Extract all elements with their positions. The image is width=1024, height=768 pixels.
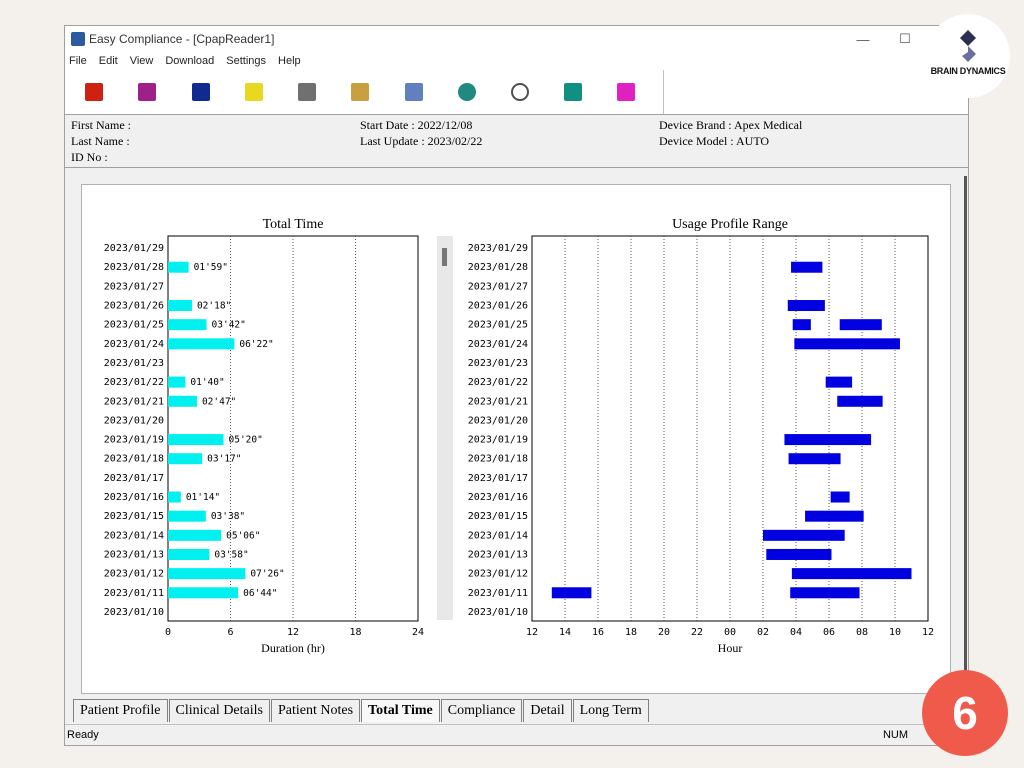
last-update-label: Last Update : 2023/02/22 — [360, 134, 483, 148]
brain-dynamics-mark-icon — [960, 30, 976, 62]
tab-clinical-details[interactable]: Clinical Details — [168, 699, 270, 722]
scrollbar-thumb[interactable] — [442, 248, 447, 266]
step-badge: 6 — [922, 670, 1008, 756]
first-name-label: First Name : — [71, 118, 131, 132]
monitor-icon — [351, 83, 370, 101]
app-window: Easy Compliance - [CpapReader1] — ☐ File… — [64, 25, 969, 746]
toolbar-button-help-book[interactable] — [609, 77, 643, 107]
id-no-label: ID No : — [71, 150, 108, 164]
printer-icon — [298, 83, 317, 101]
new-patient-icon — [85, 83, 104, 101]
device-brand-label: Device Brand : Apex Medical — [659, 118, 803, 132]
toolbar-button-monitor[interactable] — [343, 77, 377, 107]
tab-compliance[interactable]: Compliance — [440, 699, 523, 722]
content-area — [65, 176, 967, 696]
minimize-button[interactable]: — — [842, 32, 884, 47]
help-book-icon — [617, 83, 636, 101]
tab-long-term[interactable]: Long Term — [572, 699, 649, 722]
toolbar-button-new-patient[interactable] — [77, 77, 111, 107]
chart-panel — [81, 184, 951, 694]
toolbar-blank-area — [662, 70, 968, 114]
menu-view[interactable]: View — [130, 55, 154, 67]
user-profile-icon — [457, 83, 476, 101]
toolbar-button-clock[interactable] — [503, 77, 537, 107]
tab-patient-notes[interactable]: Patient Notes — [270, 699, 361, 722]
toolbar-button-telephone[interactable] — [556, 77, 590, 107]
tab-total-time[interactable]: Total Time — [361, 699, 440, 722]
brain-dynamics-logo: BRAIN DYNAMICS — [926, 14, 1010, 98]
clock-icon — [510, 83, 529, 101]
menu-settings[interactable]: Settings — [226, 55, 266, 67]
status-num: NUM — [882, 729, 908, 741]
vertical-scrollbar[interactable] — [437, 236, 453, 620]
menu-download[interactable]: Download — [165, 55, 214, 67]
menu-help[interactable]: Help — [278, 55, 301, 67]
app-icon — [71, 32, 85, 46]
open-book-icon — [138, 83, 157, 101]
toolbar-button-printer[interactable] — [290, 77, 324, 107]
menu-file[interactable]: File — [69, 55, 87, 67]
window-title: Easy Compliance - [CpapReader1] — [89, 32, 275, 46]
save-disk-icon — [191, 83, 210, 101]
telephone-icon — [564, 83, 583, 101]
tab-patient-profile[interactable]: Patient Profile — [73, 699, 168, 722]
start-date-label: Start Date : 2022/12/08 — [360, 118, 473, 132]
toolbar-button-open-book[interactable] — [130, 77, 164, 107]
menu-edit[interactable]: Edit — [99, 55, 118, 67]
device-model-label: Device Model : AUTO — [659, 134, 770, 148]
tab-detail[interactable]: Detail — [523, 699, 572, 722]
maximize-button[interactable]: ☐ — [884, 31, 926, 47]
toolbar-button-notepad-edit[interactable] — [237, 77, 271, 107]
tab-strip: Patient Profile Clinical Details Patient… — [73, 699, 650, 722]
patient-info-bar: First Name : Last Name : ID No : Start D… — [65, 115, 968, 168]
notepad-edit-icon — [244, 83, 263, 101]
logo-text: BRAIN DYNAMICS — [930, 66, 1006, 76]
toolbar-button-download-device[interactable] — [396, 77, 430, 107]
toolbar-button-save-disk[interactable] — [183, 77, 217, 107]
menu-bar: File Edit View Download Settings Help — [65, 52, 968, 70]
download-device-icon — [404, 83, 423, 101]
last-name-label: Last Name : — [71, 134, 130, 148]
status-ready: Ready — [67, 729, 99, 741]
toolbar — [65, 70, 968, 115]
status-bar: Ready NUM — [65, 724, 968, 745]
toolbar-button-user-profile[interactable] — [450, 77, 484, 107]
title-bar: Easy Compliance - [CpapReader1] — ☐ — [65, 26, 968, 52]
